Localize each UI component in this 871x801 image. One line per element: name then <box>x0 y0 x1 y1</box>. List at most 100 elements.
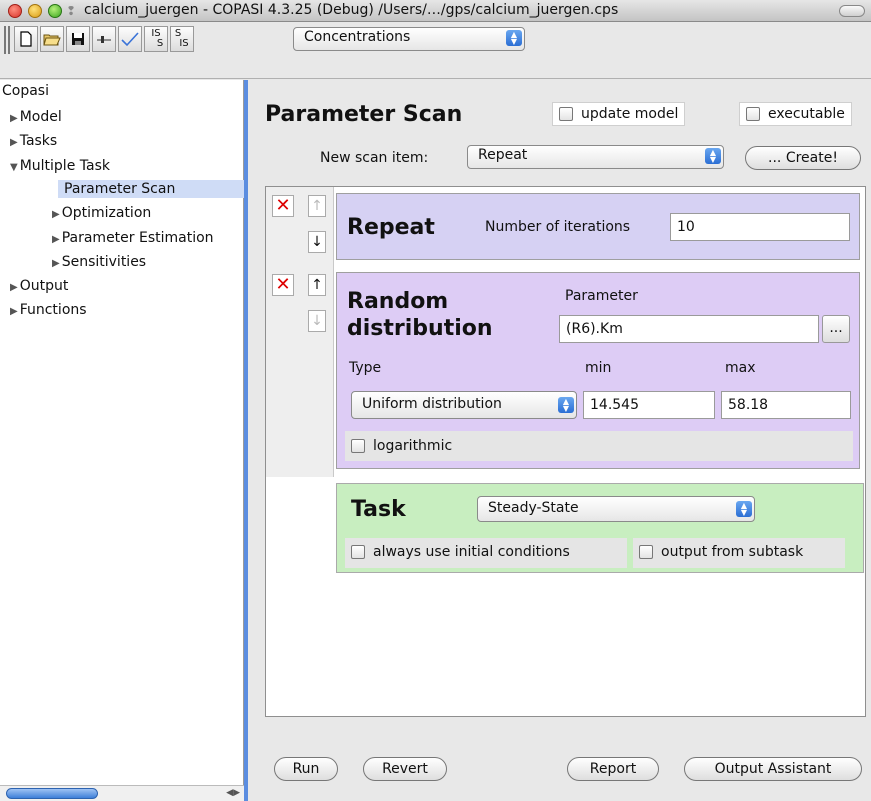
toolbar-grip[interactable] <box>4 26 10 54</box>
min-input[interactable]: 14.545 <box>583 391 715 419</box>
collapse-triangle-icon[interactable]: ▼ <box>10 162 18 173</box>
iterations-input[interactable]: 10 <box>670 213 850 241</box>
revert-button[interactable]: Revert <box>363 757 447 781</box>
logarithmic-checkbox[interactable]: logarithmic <box>351 438 452 454</box>
checkbox-box[interactable] <box>351 439 365 453</box>
task-title: Task <box>351 497 406 522</box>
remove-random-button[interactable]: ✕ <box>272 274 294 296</box>
tree-root[interactable]: Copasi <box>2 82 49 100</box>
check-model-button[interactable] <box>118 26 142 52</box>
task-combo[interactable]: Steady-State ▲ ▼ <box>477 496 755 522</box>
sidebar-horizontal-scrollbar[interactable]: ◀▶ <box>0 785 244 801</box>
max-input[interactable]: 58.18 <box>721 391 851 419</box>
tree-item-label: Tasks <box>19 133 58 149</box>
zoom-window-button[interactable] <box>48 4 62 18</box>
tree-item-parameter-estimation[interactable]: ▶ Parameter Estimation <box>52 229 214 249</box>
tree-item-model[interactable]: ▶ Model <box>10 108 62 128</box>
type-label: Type <box>349 360 382 376</box>
navigation-tree[interactable]: Copasi ▶ Model ▶ Tasks ▼ Multiple Task Para… <box>0 80 244 801</box>
tree-root-label: Copasi <box>2 83 49 99</box>
tree-item-label: Functions <box>19 302 87 318</box>
new-scan-item-value: Repeat <box>478 147 528 163</box>
document-proxy-icon[interactable]: ❢ <box>66 4 80 18</box>
checkbox-box[interactable] <box>559 107 573 121</box>
is-label: IS <box>179 38 189 49</box>
create-button[interactable]: ... Create! <box>745 146 861 170</box>
expand-triangle-icon[interactable]: ▶ <box>52 234 60 245</box>
expand-triangle-icon[interactable]: ▶ <box>52 258 60 269</box>
new-document-icon <box>20 31 32 47</box>
remove-repeat-button[interactable]: ✕ <box>272 195 294 217</box>
expand-triangle-icon[interactable]: ▶ <box>10 113 18 124</box>
close-window-button[interactable] <box>8 4 22 18</box>
tree-item-output[interactable]: ▶ Output <box>10 277 68 297</box>
s-to-is-button[interactable]: S IS <box>170 26 194 52</box>
output-from-subtask-checkbox[interactable]: output from subtask <box>639 544 803 560</box>
s-label: S <box>156 38 164 49</box>
update-model-label: update model <box>581 106 679 122</box>
checkbox-box[interactable] <box>746 107 760 121</box>
parameter-input[interactable]: (R6).Km <box>559 315 819 343</box>
toolbar-toggle-button[interactable] <box>839 5 865 17</box>
output-from-subtask-label: output from subtask <box>661 544 804 560</box>
combo-arrows-icon: ▲ ▼ <box>736 501 752 517</box>
toolbar: IS S S IS Concentrations ▲ ▼ <box>0 23 871 79</box>
task-scan-item: Task Steady-State ▲ ▼ always use initial … <box>336 483 864 573</box>
tree-item-sensitivities[interactable]: ▶ Sensitivities <box>52 253 146 273</box>
task-value: Steady-State <box>488 500 579 516</box>
slider-icon <box>97 36 111 43</box>
combo-arrows-icon: ▲ ▼ <box>506 30 522 46</box>
tree-item-label: Output <box>19 278 69 294</box>
checkbox-box[interactable] <box>351 545 365 559</box>
open-button[interactable] <box>40 26 64 52</box>
units-combo[interactable]: Concentrations ▲ ▼ <box>293 27 525 51</box>
is-to-s-button[interactable]: IS S <box>144 26 168 52</box>
logarithmic-label: logarithmic <box>373 438 453 454</box>
sidebar-resize-handle[interactable] <box>244 80 248 801</box>
repeat-scan-item: Repeat Number of iterations 10 <box>336 193 860 260</box>
run-button[interactable]: Run <box>274 757 338 781</box>
expand-triangle-icon[interactable]: ▶ <box>10 137 18 148</box>
tree-item-label: Optimization <box>61 205 152 221</box>
tree-item-parameter-scan[interactable]: Parameter Scan <box>58 180 244 198</box>
new-scan-item-label: New scan item: <box>320 150 429 166</box>
always-use-initial-conditions-checkbox[interactable]: always use initial conditions <box>351 544 570 560</box>
minimize-window-button[interactable] <box>28 4 42 18</box>
expand-triangle-icon[interactable]: ▶ <box>52 209 60 220</box>
max-label: max <box>725 360 756 376</box>
random-distribution-scan-item: Random distribution Parameter (R6).Km ..… <box>336 272 860 469</box>
expand-triangle-icon[interactable]: ▶ <box>10 306 18 317</box>
tree-item-optimization[interactable]: ▶ Optimization <box>52 204 151 224</box>
new-document-button[interactable] <box>14 26 38 52</box>
checkbox-box[interactable] <box>639 545 653 559</box>
save-button[interactable] <box>66 26 90 52</box>
new-scan-item-combo[interactable]: Repeat ▲ ▼ <box>467 145 724 169</box>
floppy-disk-icon <box>72 33 84 45</box>
scroll-arrows-icon[interactable]: ◀▶ <box>226 788 240 798</box>
window-titlebar: ❢ calcium_juergen - COPASI 4.3.25 (Debug… <box>0 0 871 22</box>
tree-item-multiple-task[interactable]: ▼ Multiple Task <box>10 157 110 177</box>
expand-triangle-icon[interactable]: ▶ <box>10 282 18 293</box>
scrollbar-thumb[interactable] <box>6 788 98 799</box>
executable-checkbox[interactable]: executable <box>739 102 852 126</box>
tree-item-label: Parameter Scan <box>64 181 176 197</box>
distribution-type-value: Uniform distribution <box>362 396 502 412</box>
move-down-button[interactable]: ↓ <box>308 231 326 253</box>
page-title: Parameter Scan <box>265 102 463 127</box>
random-title-line1: Random <box>347 289 449 314</box>
move-down-button[interactable]: ↓ <box>308 310 326 332</box>
tree-item-tasks[interactable]: ▶ Tasks <box>10 132 57 152</box>
tree-item-label: Sensitivities <box>61 254 147 270</box>
combo-arrows-icon: ▲ ▼ <box>705 148 721 164</box>
tree-item-label: Parameter Estimation <box>61 230 214 246</box>
iterations-label: Number of iterations <box>485 219 631 235</box>
tree-item-functions[interactable]: ▶ Functions <box>10 301 87 321</box>
move-up-button[interactable]: ↑ <box>308 195 326 217</box>
slider-button[interactable] <box>92 26 116 52</box>
browse-parameter-button[interactable]: ... <box>822 315 850 343</box>
output-assistant-button[interactable]: Output Assistant <box>684 757 862 781</box>
distribution-type-combo[interactable]: Uniform distribution ▲ ▼ <box>351 391 577 419</box>
report-button[interactable]: Report <box>567 757 659 781</box>
update-model-checkbox[interactable]: update model <box>552 102 686 126</box>
move-up-button[interactable]: ↑ <box>308 274 326 296</box>
